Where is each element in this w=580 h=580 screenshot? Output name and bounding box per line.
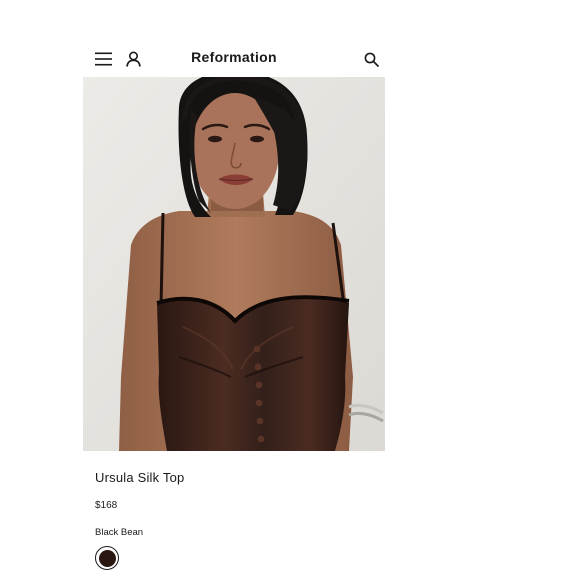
color-name: Black Bean: [95, 527, 144, 538]
menu-button[interactable]: [93, 49, 113, 69]
product-photo: [83, 77, 385, 451]
search-button[interactable]: [361, 49, 381, 69]
hamburger-menu-icon: [94, 52, 112, 66]
product-image[interactable]: [83, 77, 385, 451]
product-title: Ursula Silk Top: [95, 470, 185, 485]
product-page: Reformation Ursula Silk Top $168 Black B…: [83, 40, 385, 580]
account-button[interactable]: [123, 49, 143, 69]
color-swatch-fill: [98, 549, 116, 567]
account-icon: [125, 51, 141, 67]
color-swatch-black-bean[interactable]: [95, 546, 119, 570]
product-price: $168: [95, 500, 118, 511]
site-header: Reformation: [83, 40, 385, 76]
search-icon: [364, 52, 379, 67]
